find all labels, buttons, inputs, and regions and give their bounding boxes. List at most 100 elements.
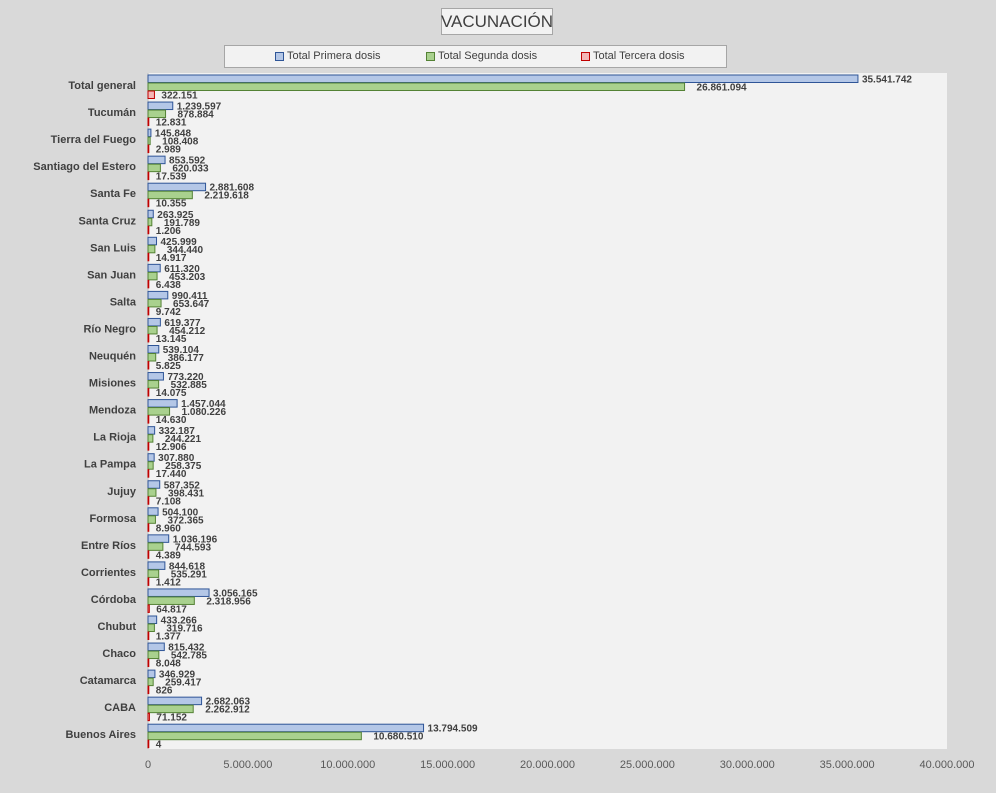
category-label: Salta bbox=[110, 296, 137, 308]
bar-tercera bbox=[147, 550, 150, 559]
data-label-tercera: 7.108 bbox=[156, 496, 181, 507]
bar-primera bbox=[147, 74, 859, 83]
bar-primera bbox=[147, 182, 207, 192]
bar-primera bbox=[147, 507, 159, 516]
bar-primera bbox=[147, 263, 161, 273]
bar-primera bbox=[147, 155, 166, 165]
bar-primera bbox=[147, 399, 178, 408]
data-label-tercera: 10.355 bbox=[156, 199, 187, 210]
data-label-segunda: 2.318.956 bbox=[206, 596, 251, 607]
x-tick-label: 10.000.000 bbox=[320, 759, 375, 771]
bar-segunda bbox=[147, 488, 157, 497]
x-tick-label: 5.000.000 bbox=[223, 759, 272, 771]
data-label-tercera: 9.742 bbox=[156, 307, 181, 318]
bar-primera bbox=[147, 615, 158, 624]
category-label: Córdoba bbox=[91, 594, 137, 606]
data-label-tercera: 1.377 bbox=[156, 632, 181, 643]
category-label: San Luis bbox=[90, 242, 136, 254]
bar-primera bbox=[147, 480, 161, 489]
bar-tercera bbox=[147, 361, 150, 370]
bar-segunda bbox=[147, 244, 156, 254]
bar-primera bbox=[147, 561, 166, 570]
bar-tercera bbox=[147, 117, 150, 127]
bar-tercera bbox=[147, 225, 150, 235]
x-tick-label: 0 bbox=[145, 759, 151, 771]
bar-primera bbox=[147, 534, 170, 543]
category-label: Buenos Aires bbox=[65, 729, 136, 741]
bar-segunda bbox=[147, 434, 154, 443]
category-label: CABA bbox=[104, 702, 136, 714]
bar-primera bbox=[147, 317, 161, 327]
bar-chart: Total general 35.541.742 26.861.094 322.151… bbox=[33, 73, 975, 771]
bar-tercera bbox=[147, 658, 150, 668]
bar-primera bbox=[147, 101, 174, 111]
data-label-tercera: 1.206 bbox=[156, 226, 181, 237]
data-label-tercera: 14.630 bbox=[156, 415, 187, 426]
bar-tercera bbox=[147, 469, 150, 478]
bar-tercera bbox=[147, 171, 150, 181]
bar-tercera bbox=[147, 333, 150, 343]
category-label: Río Negro bbox=[83, 323, 136, 335]
bar-segunda bbox=[147, 82, 686, 91]
data-label-segunda: 2.219.618 bbox=[204, 191, 249, 202]
x-tick-label: 20.000.000 bbox=[520, 759, 575, 771]
data-label-tercera: 8.048 bbox=[156, 659, 181, 670]
bar-tercera bbox=[147, 388, 150, 397]
plot-area bbox=[148, 73, 947, 749]
data-label-tercera: 12.831 bbox=[156, 118, 187, 129]
bar-segunda bbox=[147, 542, 164, 551]
data-label-tercera: 826 bbox=[156, 686, 173, 697]
bar-segunda bbox=[147, 515, 156, 524]
bar-segunda bbox=[147, 298, 162, 308]
bar-tercera bbox=[147, 279, 150, 289]
bar-tercera bbox=[147, 252, 150, 262]
bar-primera bbox=[147, 128, 152, 138]
data-label-segunda: 1.080.226 bbox=[182, 407, 227, 418]
x-tick-label: 35.000.000 bbox=[820, 759, 875, 771]
bar-segunda bbox=[147, 569, 160, 578]
bar-segunda bbox=[147, 650, 160, 660]
bar-segunda bbox=[147, 407, 171, 416]
category-label: Mendoza bbox=[89, 405, 137, 417]
data-label-tercera: 13.145 bbox=[156, 334, 187, 345]
bar-segunda bbox=[147, 190, 193, 200]
category-label: Tierra del Fuego bbox=[51, 134, 137, 146]
x-tick-label: 25.000.000 bbox=[620, 759, 675, 771]
bar-segunda bbox=[147, 163, 161, 173]
data-label-segunda: 2.262.912 bbox=[205, 705, 250, 716]
category-label: Jujuy bbox=[107, 486, 137, 498]
bar-tercera bbox=[147, 739, 150, 749]
data-label-tercera: 6.438 bbox=[156, 280, 181, 291]
data-label-tercera: 1.412 bbox=[156, 577, 181, 588]
bar-tercera bbox=[147, 604, 150, 613]
bar-tercera bbox=[147, 577, 150, 586]
data-label-segunda: 10.680.510 bbox=[373, 732, 423, 743]
category-label: Total general bbox=[68, 80, 136, 92]
bar-tercera bbox=[147, 712, 150, 722]
bar-segunda bbox=[147, 731, 362, 741]
bar-primera bbox=[147, 236, 158, 246]
bar-tercera bbox=[147, 144, 150, 154]
bar-segunda bbox=[147, 677, 154, 687]
bar-segunda bbox=[147, 623, 155, 632]
bar-primera bbox=[147, 426, 156, 435]
bar-tercera bbox=[147, 306, 150, 316]
bar-primera bbox=[147, 345, 160, 354]
category-label: Formosa bbox=[90, 513, 137, 525]
bar-segunda bbox=[147, 217, 153, 227]
category-label: La Pampa bbox=[84, 459, 137, 471]
bar-segunda bbox=[147, 353, 157, 362]
bar-segunda bbox=[147, 109, 167, 119]
data-label-primera: 35.541.742 bbox=[862, 75, 912, 86]
bar-primera bbox=[147, 723, 425, 733]
data-label-tercera: 14.075 bbox=[156, 388, 187, 399]
category-label: Tucumán bbox=[88, 107, 136, 119]
data-label-tercera: 17.539 bbox=[156, 172, 187, 183]
bar-primera bbox=[147, 588, 210, 597]
data-label-tercera: 17.440 bbox=[156, 469, 187, 480]
bar-primera bbox=[147, 669, 156, 679]
x-tick-label: 30.000.000 bbox=[720, 759, 775, 771]
x-tick-label: 15.000.000 bbox=[420, 759, 475, 771]
data-label-tercera: 12.906 bbox=[156, 442, 187, 453]
data-label-tercera: 64.817 bbox=[156, 604, 187, 615]
